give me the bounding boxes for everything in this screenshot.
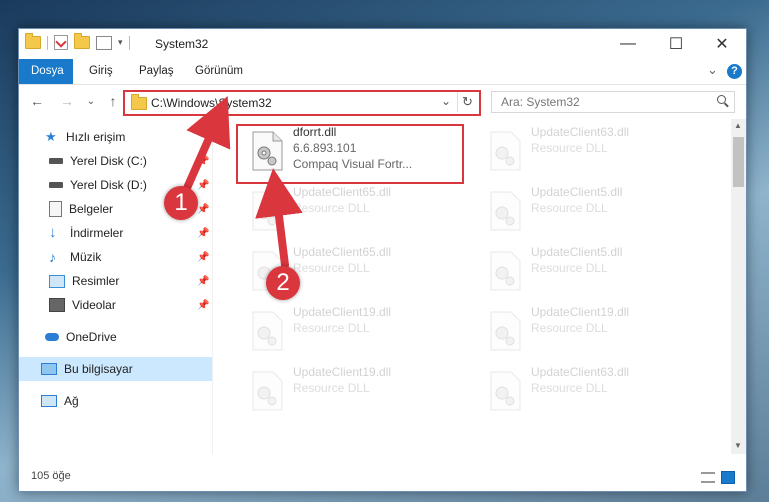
arrow-to-file	[255, 168, 303, 269]
arrow-to-address-bar	[183, 96, 231, 192]
annotation-arrows	[183, 96, 303, 269]
step-badge-2: 2	[266, 266, 300, 300]
step-badge-1: 1	[164, 186, 198, 220]
